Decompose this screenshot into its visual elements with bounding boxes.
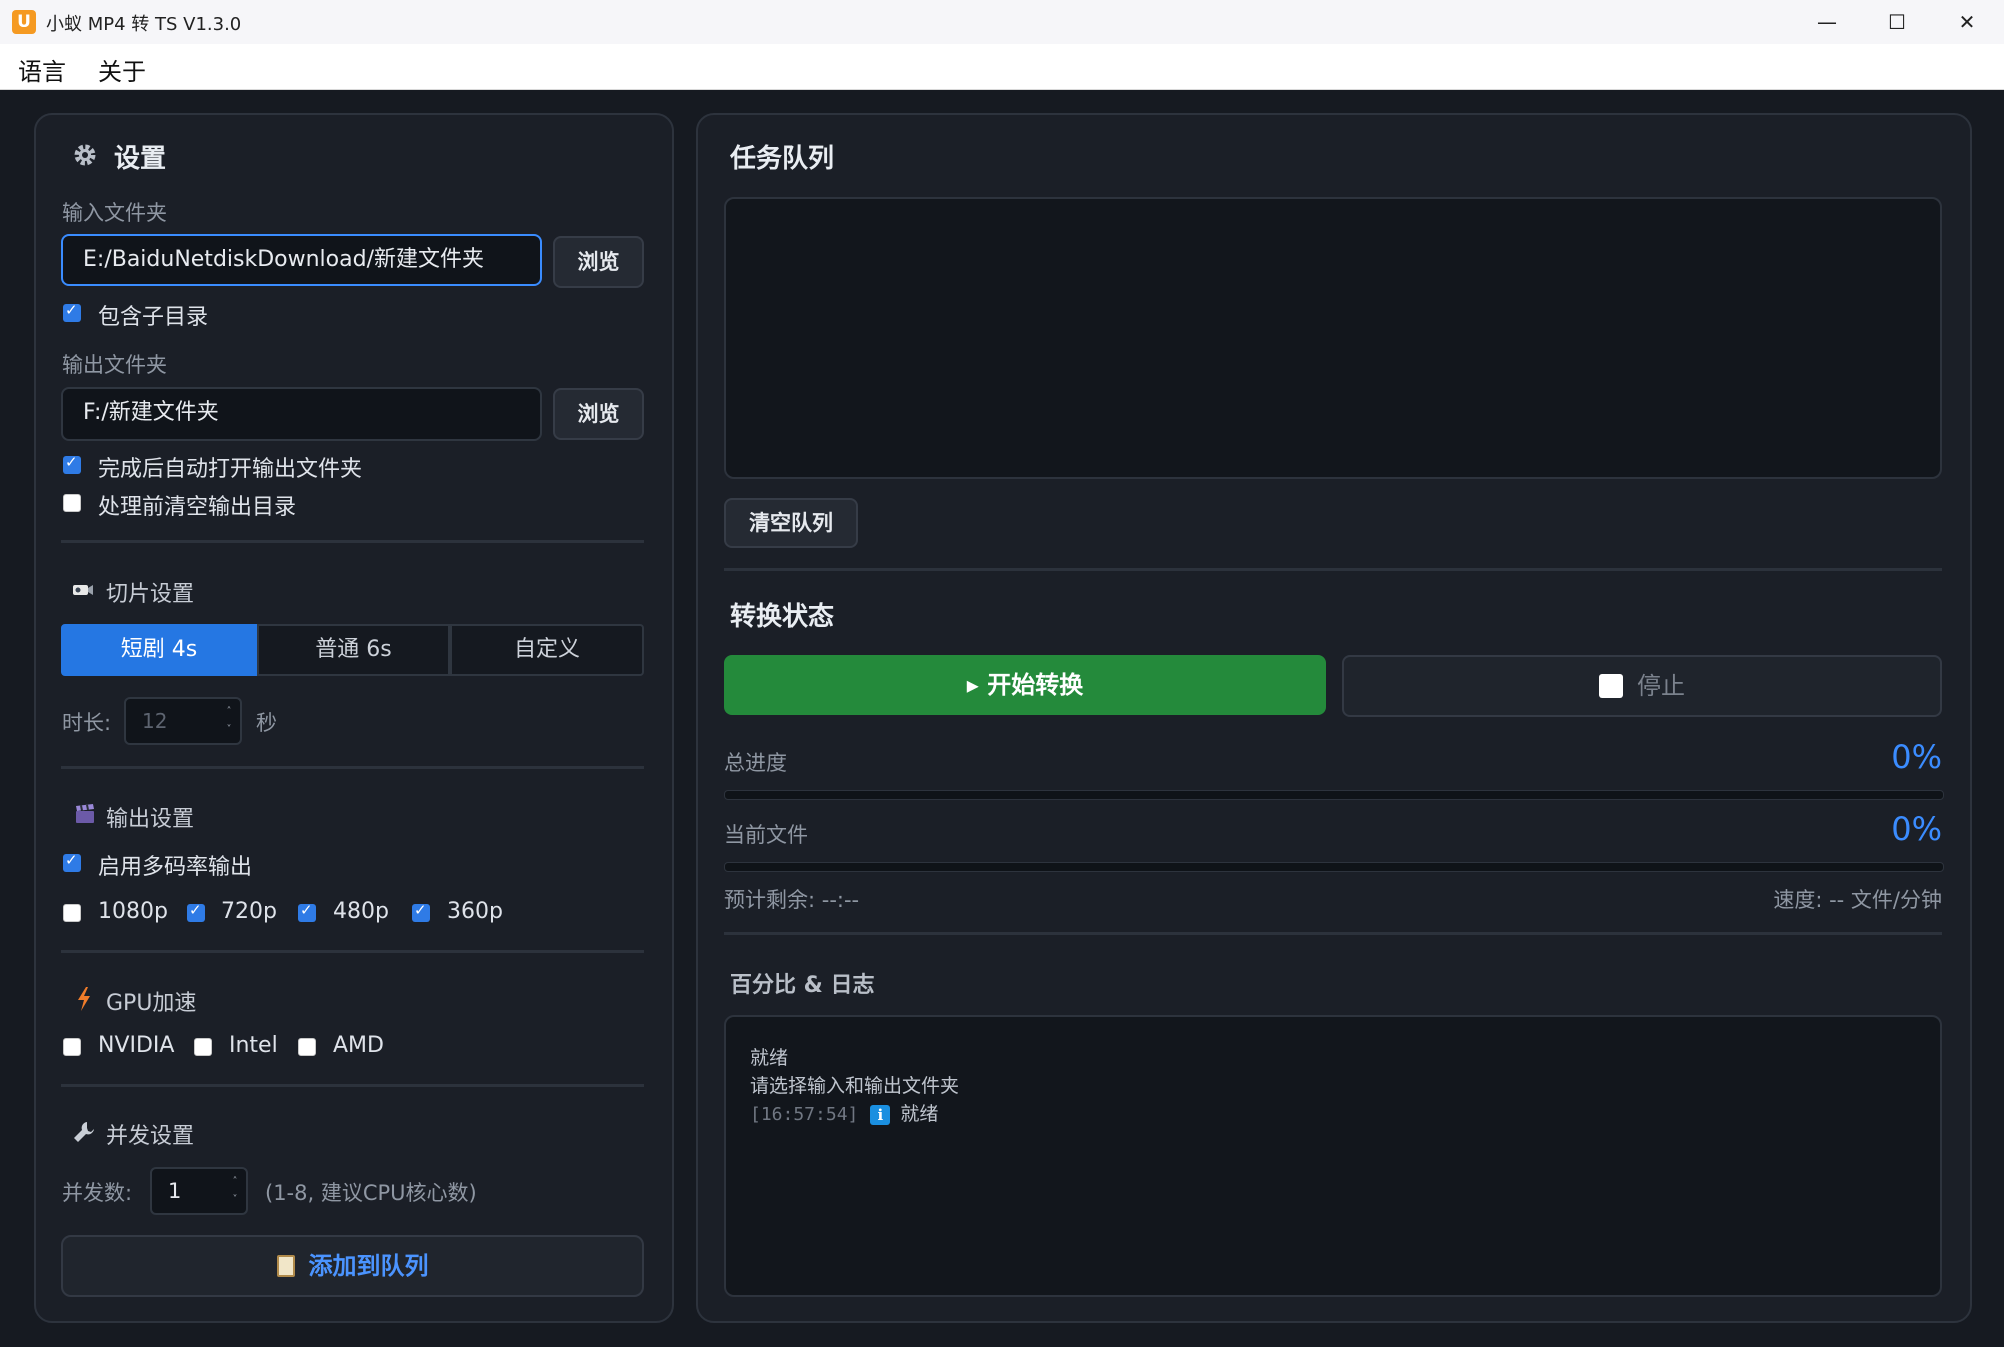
- speed-label: 速度: -- 文件/分钟: [1773, 888, 1942, 912]
- gpu-amd-checkbox[interactable]: [298, 1038, 316, 1056]
- divider: [61, 540, 644, 543]
- stop-button[interactable]: 停止: [1342, 655, 1942, 717]
- lightning-icon: [78, 987, 90, 1011]
- res-360p-checkbox[interactable]: [412, 901, 430, 922]
- res-480p-label: 480p: [333, 899, 389, 924]
- window-title: 小蚁 MP4 转 TS V1.3.0: [46, 14, 242, 35]
- add-to-queue-label: 添加到队列: [308, 1252, 429, 1280]
- eta-label: 预计剩余: --:--: [724, 888, 860, 912]
- clear-queue-button[interactable]: 清空队列: [724, 498, 858, 548]
- clapperboard-icon: [76, 804, 94, 823]
- auto-open-label: 完成后自动打开输出文件夹: [98, 457, 363, 482]
- current-file-progress-bar: [724, 862, 1944, 872]
- gpu-nvidia-label: NVIDIA: [98, 1033, 175, 1058]
- log-line: 就绪: [750, 1047, 789, 1069]
- divider: [61, 950, 644, 953]
- log-line: 请选择输入和输出文件夹: [750, 1075, 960, 1097]
- slice-mode-short[interactable]: 短剧 4s: [61, 624, 257, 676]
- app-logo-icon: U: [12, 10, 36, 34]
- multi-bitrate-label: 启用多码率输出: [98, 855, 253, 880]
- divider: [61, 1084, 644, 1087]
- log-timestamp: [16:57:54]: [750, 1104, 859, 1125]
- res-360p-label: 360p: [447, 899, 503, 924]
- gpu-intel-checkbox[interactable]: [194, 1038, 212, 1056]
- gpu-title: GPU加速: [106, 991, 197, 1016]
- divider: [724, 932, 1942, 935]
- concurrency-label: 并发数:: [62, 1181, 133, 1205]
- multi-bitrate-checkbox[interactable]: [63, 851, 81, 872]
- include-subdirs-label: 包含子目录: [98, 305, 209, 330]
- output-settings-title: 输出设置: [106, 807, 195, 832]
- wrench-icon: [74, 1122, 94, 1142]
- app-window: U 小蚁 MP4 转 TS V1.3.0 — ☐ ✕ 语言 关于 设置 输入文件…: [0, 0, 2004, 1347]
- menu-bar: 语言 关于: [0, 44, 2004, 90]
- auto-open-checkbox[interactable]: [63, 453, 81, 474]
- slice-mode-custom[interactable]: 自定义: [450, 624, 644, 676]
- minimize-button[interactable]: —: [1792, 0, 1862, 44]
- task-queue-list[interactable]: [724, 197, 1942, 479]
- stop-label: 停止: [1637, 672, 1685, 700]
- clear-output-checkbox[interactable]: [63, 494, 81, 512]
- add-to-queue-button[interactable]: 添加到队列: [61, 1235, 644, 1297]
- include-subdirs-checkbox[interactable]: [63, 301, 81, 322]
- menu-about[interactable]: 关于: [98, 52, 146, 87]
- task-queue-title: 任务队列: [730, 144, 835, 174]
- total-progress-label: 总进度: [724, 751, 787, 775]
- spin-arrows-icon[interactable]: ˄ ˅: [222, 703, 236, 739]
- stop-icon: [1599, 674, 1623, 698]
- log-title: 百分比 & 日志: [730, 973, 875, 998]
- concurrency-value: 1: [168, 1179, 182, 1203]
- conversion-status-title: 转换状态: [730, 602, 835, 632]
- log-panel[interactable]: 就绪 请选择输入和输出文件夹 [16:57:54] i 就绪: [724, 1015, 1942, 1297]
- title-bar: U 小蚁 MP4 转 TS V1.3.0 — ☐ ✕: [0, 0, 2004, 44]
- spin-arrows-icon[interactable]: ˄ ˅: [228, 1173, 242, 1209]
- settings-title: 设置: [114, 144, 167, 174]
- gpu-amd-label: AMD: [333, 1033, 384, 1058]
- duration-label: 时长:: [62, 711, 112, 735]
- log-entry-text: 就绪: [900, 1103, 939, 1125]
- duration-spinbox[interactable]: 12 ˄ ˅: [124, 697, 242, 745]
- input-folder-field[interactable]: E:/BaiduNetdiskDownload/新建文件夹: [61, 234, 542, 286]
- concurrency-title: 并发设置: [106, 1124, 195, 1149]
- maximize-button[interactable]: ☐: [1862, 0, 1932, 44]
- total-progress-percent: 0%: [1891, 738, 1942, 776]
- browse-output-button[interactable]: 浏览: [553, 388, 644, 440]
- duration-value: 12: [142, 709, 168, 733]
- input-folder-label: 输入文件夹: [62, 201, 167, 225]
- total-progress-bar: [724, 790, 1944, 800]
- gpu-nvidia-checkbox[interactable]: [63, 1038, 81, 1056]
- slice-mode-normal[interactable]: 普通 6s: [257, 624, 450, 676]
- duration-unit: 秒: [256, 711, 277, 735]
- camera-icon: [73, 585, 93, 595]
- concurrency-spinbox[interactable]: 1 ˄ ˅: [150, 1167, 248, 1215]
- clipboard-icon: [276, 1255, 295, 1277]
- output-folder-field[interactable]: F:/新建文件夹: [61, 387, 542, 441]
- res-1080p-checkbox[interactable]: [63, 904, 81, 922]
- log-entry: [16:57:54] i 就绪: [750, 1099, 938, 1126]
- res-480p-checkbox[interactable]: [298, 901, 316, 922]
- start-conversion-button[interactable]: ▸ 开始转换: [724, 655, 1326, 715]
- divider: [724, 568, 1942, 571]
- res-720p-checkbox[interactable]: [187, 901, 205, 922]
- divider: [61, 766, 644, 769]
- gpu-intel-label: Intel: [229, 1033, 278, 1058]
- close-button[interactable]: ✕: [1932, 0, 2002, 44]
- menu-language[interactable]: 语言: [18, 52, 66, 87]
- concurrency-hint: (1-8, 建议CPU核心数): [265, 1181, 477, 1205]
- output-folder-label: 输出文件夹: [62, 353, 167, 377]
- res-720p-label: 720p: [221, 899, 277, 924]
- info-icon: i: [870, 1105, 891, 1125]
- current-file-percent: 0%: [1891, 810, 1942, 848]
- res-1080p-label: 1080p: [98, 899, 168, 924]
- browse-input-button[interactable]: 浏览: [553, 236, 644, 288]
- slice-settings-title: 切片设置: [106, 582, 195, 607]
- current-file-label: 当前文件: [724, 823, 808, 847]
- gear-icon: [74, 144, 96, 166]
- clear-output-label: 处理前清空输出目录: [98, 495, 297, 520]
